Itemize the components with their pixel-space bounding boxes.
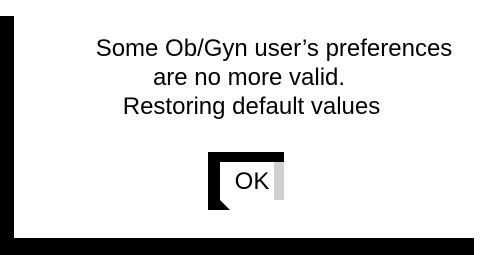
- message-line-2: are no more valid.: [152, 64, 346, 91]
- message-line-1: Some Ob/Gyn user’s preferences: [95, 35, 453, 62]
- dialog-bottom-border: [14, 238, 474, 255]
- message-line-3: Restoring default values: [122, 93, 381, 120]
- alert-dialog: Some Ob/Gyn user’s preferences are no mo…: [0, 0, 493, 255]
- ok-button[interactable]: OK: [208, 152, 284, 210]
- dialog-message: Some Ob/Gyn user’s preferences are no mo…: [14, 16, 474, 121]
- dialog-left-border: [0, 16, 14, 255]
- dialog-right-edge: [474, 16, 493, 255]
- ok-button-label: OK: [234, 168, 270, 195]
- dialog-top-edge: [0, 0, 493, 16]
